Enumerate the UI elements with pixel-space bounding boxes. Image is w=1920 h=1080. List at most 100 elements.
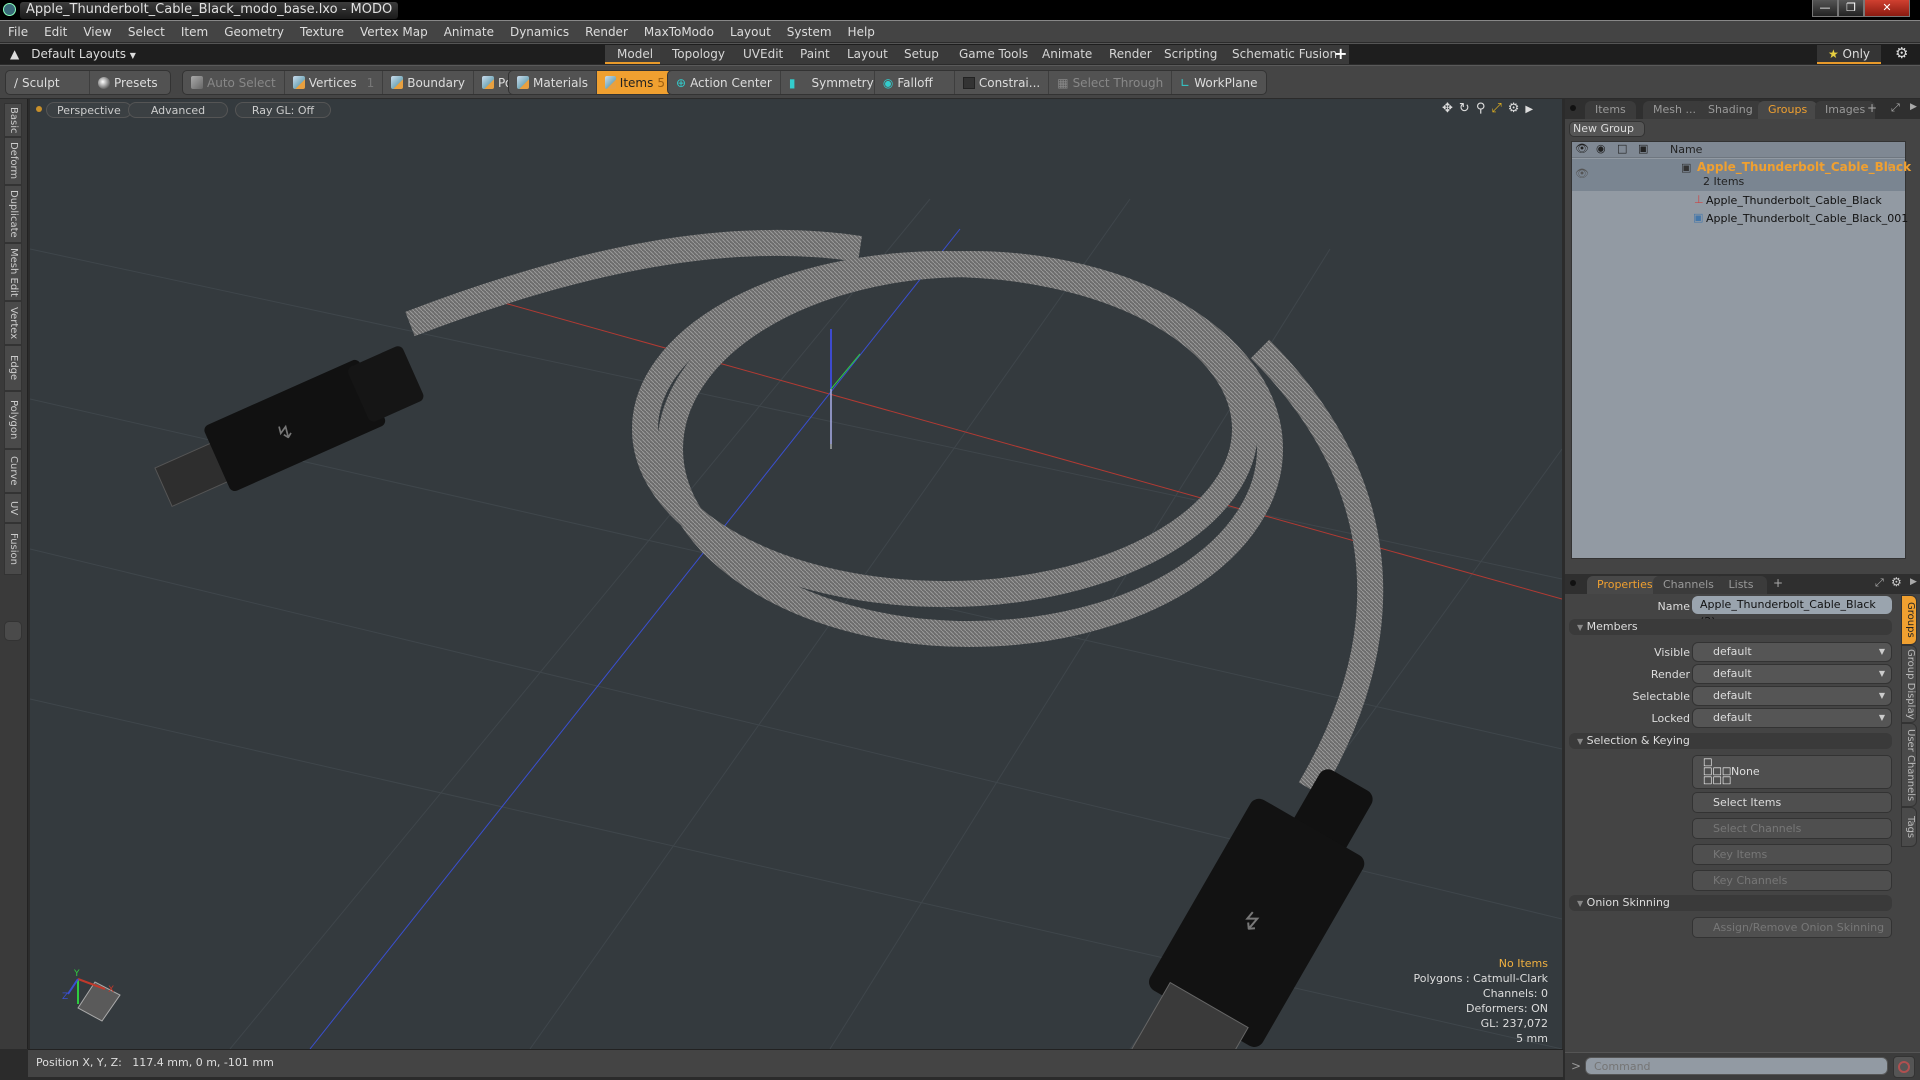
boundary-button[interactable]: Boundary [383,71,475,94]
tab-model[interactable]: Model [605,45,668,64]
close-button[interactable]: ✕ [1864,0,1910,17]
new-group-button[interactable]: New Group [1569,121,1645,137]
hierarchy-none-dropdown[interactable]: □ □□□ □□□ None [1692,755,1892,789]
tab-schematic-fusion[interactable]: Schematic Fusion [1220,45,1352,64]
record-macro-button[interactable] [1893,1056,1915,1078]
tab-lists[interactable]: Lists [1715,576,1767,594]
panel-arrow-icon[interactable]: ▶ [1910,577,1917,587]
panel-menu-dot[interactable] [1570,580,1576,586]
vertices-button[interactable]: Vertices 1 [285,71,384,94]
falloff-button[interactable]: ◉ Falloff [875,71,955,94]
raygl-button[interactable]: Ray GL: Off [235,102,331,118]
tab-setup[interactable]: Setup [892,45,953,64]
render-dropdown[interactable]: default [1692,664,1892,684]
tab-duplicate[interactable]: Duplicate [4,185,22,243]
key-items-button[interactable]: Key Items [1692,844,1892,865]
maximize-button[interactable]: ❐ [1838,0,1864,17]
menu-render[interactable]: Render [577,21,636,43]
visible-dropdown[interactable]: default [1692,642,1892,662]
3d-viewport[interactable]: ↯ ↯ Y X Z Perspective Advanced Ray GL: O… [30,99,1562,1049]
workplane-button[interactable]: ∟ WorkPlane [1172,71,1265,94]
symmetry-button[interactable]: ▮ Symmetry [781,71,875,94]
pan-icon[interactable]: ✥ [1442,101,1459,116]
rotate-icon[interactable]: ↻ [1459,101,1476,116]
minimize-button[interactable]: — [1812,0,1838,17]
panel-menu-dot[interactable] [1570,105,1576,111]
tab-uv[interactable]: UV [4,493,22,523]
tab-topology[interactable]: Topology [660,45,739,64]
add-tab-icon[interactable]: + [1867,101,1877,115]
side-tab-group-display[interactable]: Group Display [1901,645,1917,723]
tab-basic[interactable]: Basic [4,103,22,137]
panel-arrow-icon[interactable]: ▶ [1910,102,1917,112]
add-tab-icon[interactable]: + [1773,576,1783,590]
tab-mesh-edit[interactable]: Mesh Edit [4,243,22,301]
tab-deform[interactable]: Deform [4,137,22,185]
constraints-button[interactable]: Constrai... [955,71,1050,94]
list-item[interactable]: ▣ Apple_Thunderbolt_Cable_Black_001 [1572,210,1908,228]
group-visible-toggle[interactable]: 👁 [1575,167,1589,180]
panel-gear-icon[interactable]: ⚙ [1891,575,1902,589]
viewport-menu-dot[interactable] [36,106,42,112]
gear-icon[interactable]: ⚙ [1895,44,1908,62]
select-channels-button[interactable]: Select Channels [1692,818,1892,839]
menu-texture[interactable]: Texture [292,21,352,43]
tab-game-tools[interactable]: Game Tools [947,45,1043,64]
add-layout-tab-button[interactable]: + [1334,44,1347,63]
auto-select-button[interactable]: Auto Select [183,71,285,94]
menu-maxtomodo[interactable]: MaxToModo [636,21,722,43]
menu-edit[interactable]: Edit [36,21,75,43]
tab-fusion[interactable]: Fusion [4,523,22,575]
menu-item[interactable]: Item [173,21,216,43]
view-perspective-button[interactable]: Perspective [46,102,132,118]
presets-button[interactable]: Presets [90,71,170,94]
tab-polygon[interactable]: Polygon [4,391,22,449]
selection-keying-section[interactable]: ▼ Selection & Keying [1569,733,1892,749]
selectable-dropdown[interactable]: default [1692,686,1892,706]
panel-expand-icon[interactable]: ⤢ [1891,101,1900,115]
expand-arrow-icon[interactable]: ▶ [1525,104,1539,115]
onion-skinning-button[interactable]: Assign/Remove Onion Skinning [1692,917,1892,938]
tab-properties[interactable]: Properties [1587,576,1663,594]
locked-dropdown[interactable]: default [1692,708,1892,728]
viewport-gear-icon[interactable]: ⚙ [1508,101,1526,116]
sculpt-button[interactable]: ∕ Sculpt [6,71,90,94]
group-row[interactable]: 👁 ▣ Apple_Thunderbolt_Cable_Black (... 2… [1572,159,1911,191]
materials-button[interactable]: Materials [509,71,598,94]
list-item[interactable]: ⊥ Apple_Thunderbolt_Cable_Black [1572,192,1905,210]
zoom-icon[interactable]: ⚲ [1476,101,1492,116]
menu-help[interactable]: Help [840,21,883,43]
menu-animate[interactable]: Animate [436,21,502,43]
menu-select[interactable]: Select [120,21,173,43]
select-items-button[interactable]: Select Items [1692,792,1892,813]
tab-vertex[interactable]: Vertex [4,301,22,345]
side-tab-user-channels[interactable]: User Channels [1901,723,1917,807]
side-tab-tags[interactable]: Tags [1901,807,1917,847]
shading-advanced-button[interactable]: Advanced [128,102,228,118]
default-layouts-dropdown[interactable]: ▲ Default Layouts ▼ [10,45,136,65]
only-toggle-button[interactable]: ★ Only [1817,45,1881,64]
menu-vertex-map[interactable]: Vertex Map [352,21,436,43]
onion-skinning-section[interactable]: ▼ Onion Skinning [1569,895,1892,911]
menu-system[interactable]: System [779,21,840,43]
tab-items[interactable]: Items [1585,101,1636,119]
menu-dynamics[interactable]: Dynamics [502,21,577,43]
extra-tab[interactable] [4,621,22,641]
tab-edge[interactable]: Edge [4,345,22,391]
panel-expand-icon[interactable]: ⤢ [1875,576,1884,590]
tab-groups[interactable]: Groups [1758,101,1818,119]
menu-view[interactable]: View [75,21,119,43]
action-center-button[interactable]: ⊕ Action Center [668,71,781,94]
items-button[interactable]: Items 5 [597,71,674,94]
side-tab-groups[interactable]: Groups [1901,595,1917,645]
tab-animate[interactable]: Animate [1030,45,1107,64]
maximize-icon[interactable]: ⤢ [1491,101,1507,116]
menu-file[interactable]: File [0,21,36,43]
menu-layout[interactable]: Layout [722,21,779,43]
name-field[interactable]: Apple_Thunderbolt_Cable_Black (2) [1692,596,1892,628]
menu-geometry[interactable]: Geometry [216,21,292,43]
tab-curve[interactable]: Curve [4,449,22,493]
select-through-button[interactable]: ▦ Select Through [1049,71,1173,94]
members-section[interactable]: ▼ Members [1569,619,1892,635]
tab-channels[interactable]: Channels [1653,576,1724,594]
